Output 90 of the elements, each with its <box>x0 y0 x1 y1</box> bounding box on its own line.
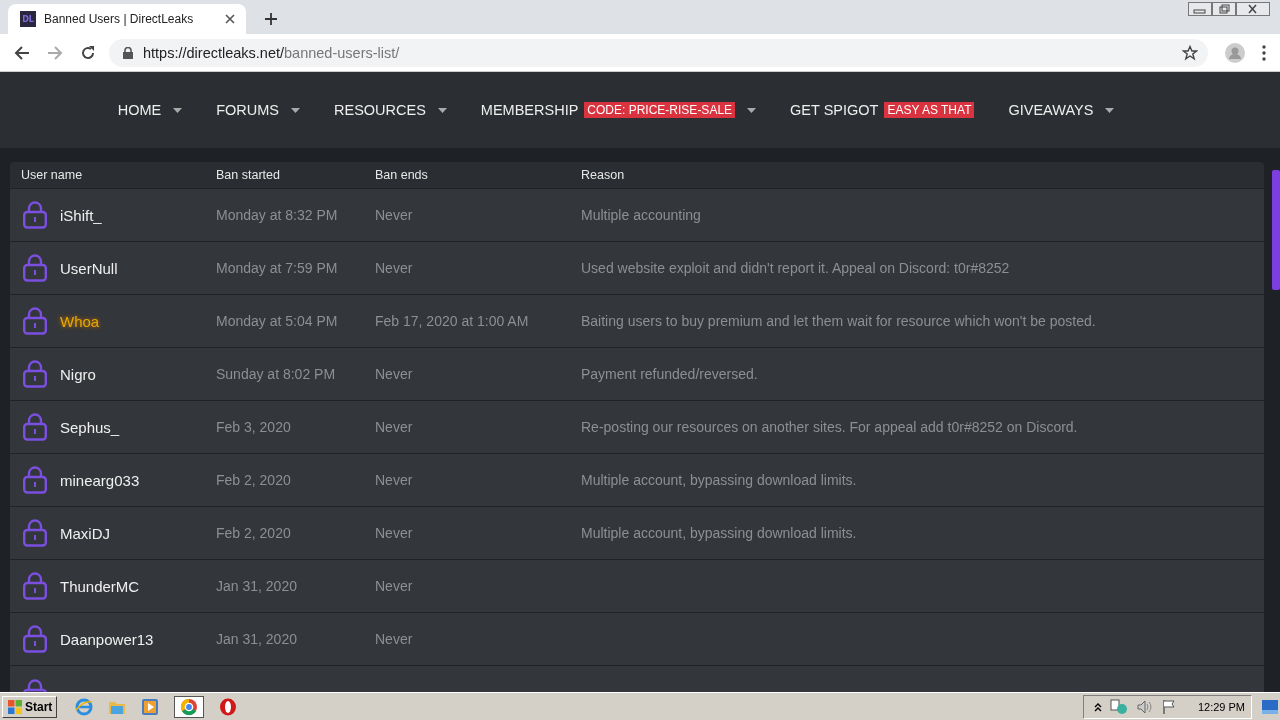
close-icon[interactable] <box>224 13 236 25</box>
taskbar-button[interactable] <box>174 695 205 718</box>
nav-link[interactable]: GIVEAWAYS <box>1008 102 1094 118</box>
user-name[interactable]: iShift_ <box>60 206 102 224</box>
table-cell-text: Jan 31, 2020 <box>215 578 298 594</box>
column-header: Ban started <box>215 168 281 182</box>
table-cell-text: Monday at 7:59 PM <box>215 260 339 276</box>
show-desktop-icon[interactable] <box>1262 699 1278 714</box>
close-icon[interactable] <box>1236 2 1270 16</box>
user-name[interactable]: minearg033 <box>60 471 140 489</box>
table-cell-text: Used website exploit and didn't report it. Appeal on Discord: t0r#8252 <box>581 260 1011 276</box>
network-icon[interactable] <box>1109 698 1128 715</box>
lock-icon <box>123 46 133 59</box>
table-cell-text: Feb 17, 2020 at 1:00 AM <box>375 313 530 329</box>
url-text: https://directleaks.net/banned-users-list/ <box>143 44 400 61</box>
chevron-up-icon[interactable] <box>1093 701 1102 712</box>
nav-link[interactable]: GET SPIGOT <box>790 102 879 118</box>
nav-link[interactable]: MEMBERSHIP <box>480 102 579 118</box>
table-cell-text: Never <box>375 207 414 223</box>
table-cell-text: Re-posting our resources on another sites. For appeal add t0r#8252 on Discord. <box>581 419 1079 435</box>
lock-icon <box>21 465 49 495</box>
user-name[interactable]: MaxiDJ <box>60 524 110 542</box>
media-player-icon[interactable] <box>141 697 160 716</box>
caret-icon[interactable] <box>1105 107 1115 113</box>
table-cell-text: Monday at 5:04 PM <box>215 313 339 329</box>
new-tab-icon[interactable] <box>264 12 278 26</box>
table-cell-text: Feb 2, 2020 <box>215 525 292 541</box>
start-button[interactable]: Start <box>2 695 58 718</box>
table-cell-text: Feb 2, 2020 <box>215 472 292 488</box>
minimize-icon[interactable] <box>1188 2 1212 16</box>
table-cell-text: Multiple account, bypassing download limits. <box>581 525 858 541</box>
table-cell-text: Jan 31, 2020 <box>215 631 298 647</box>
table-cell-text: Never <box>375 525 414 541</box>
lock-icon <box>21 571 49 601</box>
lock-icon <box>21 306 49 336</box>
speaker-icon[interactable] <box>1135 698 1154 715</box>
table-cell-text: Never <box>375 366 414 382</box>
caret-icon[interactable] <box>173 107 183 113</box>
nav-link[interactable]: RESOURCES <box>334 102 426 118</box>
user-name[interactable]: Nigro <box>60 365 96 383</box>
flag-icon[interactable] <box>1161 698 1178 715</box>
table-cell-text: Payment refunded/reversed. <box>581 366 759 382</box>
menu-icon[interactable] <box>1262 44 1266 61</box>
caret-icon[interactable] <box>437 107 447 113</box>
table-cell-text: Never <box>375 260 414 276</box>
user-name[interactable]: Sephus_ <box>60 418 120 436</box>
column-header: User name <box>20 168 84 182</box>
user-name[interactable]: UserNull <box>60 259 118 277</box>
table-cell-text: Never <box>375 578 414 594</box>
table-cell-text: Never <box>375 472 414 488</box>
lock-icon <box>21 359 49 389</box>
table-cell-text: Never <box>375 631 414 647</box>
back-icon[interactable] <box>14 44 30 61</box>
browser-tab[interactable]: DL Banned Users | DirectLeaks <box>8 4 246 34</box>
column-header: Reason <box>581 168 626 182</box>
table-cell-text: Monday at 8:32 PM <box>215 207 339 223</box>
table-cell-text: Multiple account, bypassing download limits. <box>581 472 858 488</box>
user-name[interactable]: Daanpower13 <box>60 630 154 648</box>
forward-icon <box>47 44 63 61</box>
table-cell-text: Never <box>375 419 414 435</box>
caret-icon[interactable] <box>747 107 757 113</box>
user-name[interactable]: Whoa <box>60 312 100 330</box>
table-cell-text: Sunday at 8:02 PM <box>215 366 337 382</box>
account-icon[interactable] <box>1225 42 1245 63</box>
lock-icon <box>21 253 49 283</box>
lock-icon <box>21 624 49 654</box>
lock-icon <box>21 518 49 548</box>
restore-icon[interactable] <box>1212 2 1236 16</box>
table-cell-text: Baiting users to buy premium and let them wait for resource which won't be posted. <box>581 313 1097 329</box>
tab-title: Banned Users | DirectLeaks <box>44 12 195 26</box>
windows-logo-icon <box>7 698 23 715</box>
lock-icon <box>21 412 49 442</box>
address-bar[interactable]: https://directleaks.net/banned-users-list/ <box>109 38 1208 67</box>
chrome-icon <box>180 697 199 716</box>
promo-badge: EASY AS THAT <box>884 102 975 118</box>
caret-icon[interactable] <box>291 107 300 113</box>
opera-icon[interactable] <box>219 697 238 716</box>
clock: 12:29 PM <box>1197 700 1245 713</box>
star-icon[interactable] <box>1182 44 1198 61</box>
favicon: DL <box>20 11 36 27</box>
table-cell-text: Feb 3, 2020 <box>215 419 292 435</box>
column-header: Ban ends <box>375 168 429 182</box>
nav-link[interactable]: HOME <box>117 102 162 118</box>
reload-icon[interactable] <box>80 44 96 61</box>
nav-link[interactable]: FORUMS <box>216 102 279 118</box>
table-cell-text: Multiple accounting <box>581 207 702 223</box>
user-name[interactable]: ThunderMC <box>60 577 140 595</box>
promo-badge: CODE: PRICE-RISE-SALE <box>584 102 736 118</box>
lock-icon <box>21 200 49 230</box>
scrollbar-thumb[interactable] <box>1272 170 1280 290</box>
